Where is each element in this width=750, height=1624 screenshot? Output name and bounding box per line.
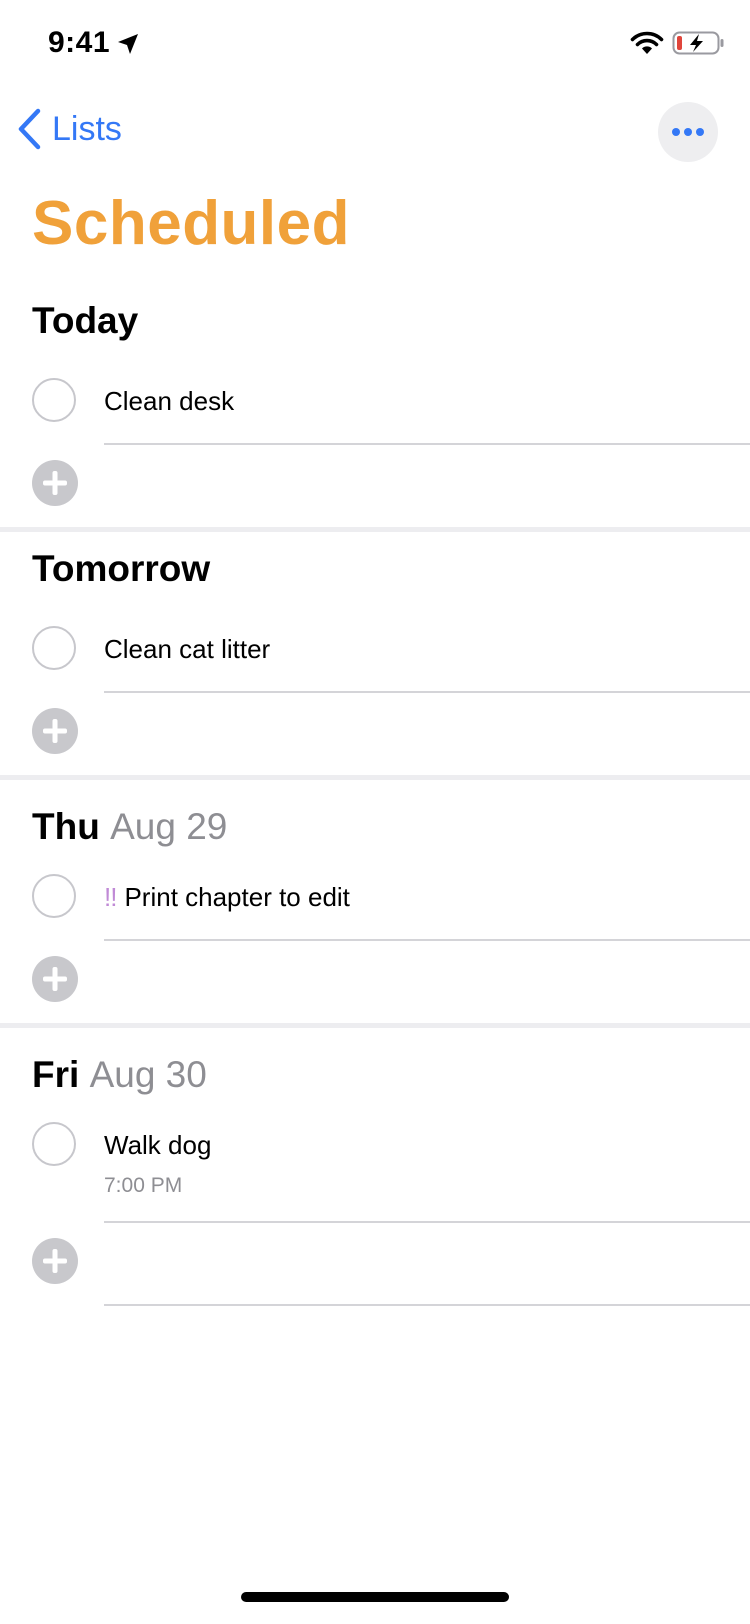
home-indicator [241,1592,509,1602]
ellipsis-icon [672,128,704,136]
page-title: Scheduled [32,189,351,258]
section-day-label: Fri [32,1054,80,1095]
more-options-button[interactable] [658,102,718,162]
back-button[interactable]: Lists [16,108,122,150]
section-header: Tomorrow [32,548,210,590]
section-day-label: Thu [32,806,100,847]
complete-checkbox[interactable] [32,378,76,422]
section-divider [0,775,750,780]
add-reminder-button[interactable] [32,1238,78,1284]
section-divider [0,527,750,532]
add-reminder-button[interactable] [32,708,78,754]
row-separator [104,939,750,941]
status-bar: 9:41 [0,0,750,88]
add-reminder-button[interactable] [32,956,78,1002]
add-reminder-button[interactable] [32,460,78,506]
section-date-label: Aug 29 [110,806,228,847]
reminder-title[interactable]: Clean desk [104,386,234,417]
priority-marker: !! [104,882,117,912]
reminder-title[interactable]: !! Print chapter to edit [104,882,350,913]
reminder-title-text: Print chapter to edit [124,882,350,912]
chevron-left-icon [18,108,41,150]
back-button-label: Lists [52,109,122,148]
wifi-icon [630,31,664,54]
status-time: 9:41 [48,26,111,59]
row-separator [104,1221,750,1223]
complete-checkbox[interactable] [32,1122,76,1166]
section-header: Fri Aug 30 [32,1054,207,1096]
complete-checkbox[interactable] [32,626,76,670]
row-separator [104,1304,750,1306]
section-divider [0,1023,750,1028]
complete-checkbox[interactable] [32,874,76,918]
location-arrow-icon [118,34,138,54]
row-separator [104,691,750,693]
section-day-label: Today [32,300,139,341]
section-header: Thu Aug 29 [32,806,227,848]
section-day-label: Tomorrow [32,548,211,589]
reminder-due-time: 7:00 PM [104,1174,183,1197]
nav-bar: Lists [0,100,750,164]
reminder-title[interactable]: Clean cat litter [104,634,270,665]
reminder-title[interactable]: Walk dog [104,1130,211,1161]
section-date-label: Aug 30 [89,1054,207,1095]
battery-charging-icon [672,31,724,55]
section-header: Today [32,300,138,342]
row-separator [104,443,750,445]
